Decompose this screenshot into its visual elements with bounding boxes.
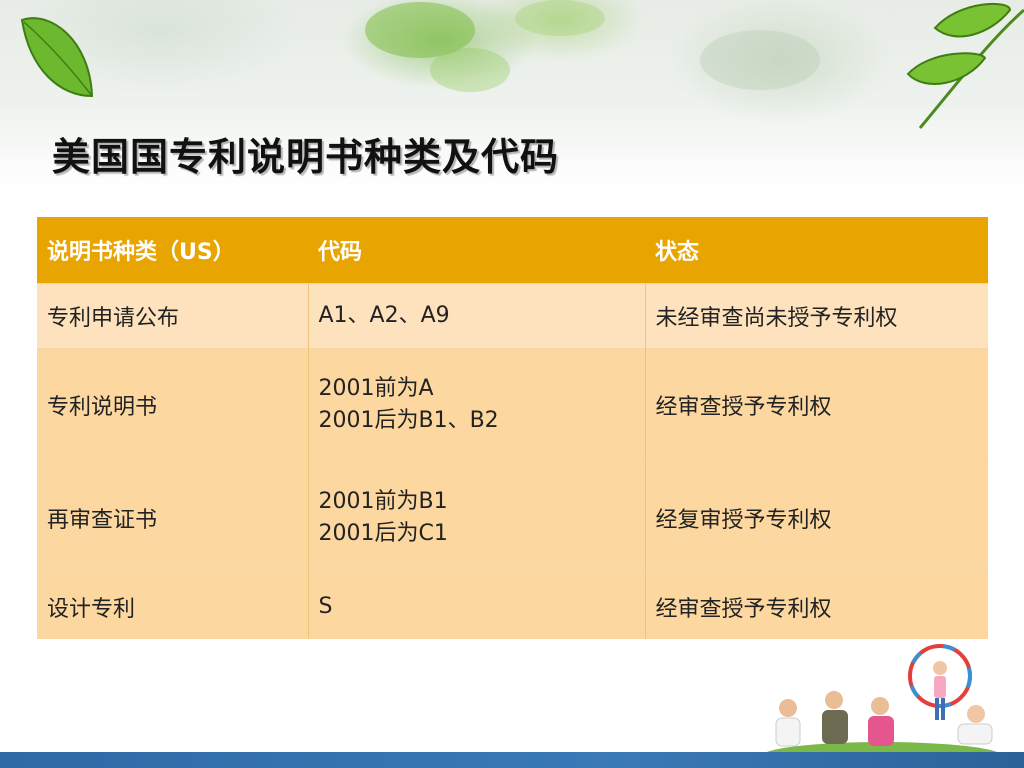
slide-title: 美国国专利说明书种类及代码 (52, 135, 560, 179)
family-illustration (762, 644, 1002, 762)
person-1-icon (775, 699, 801, 747)
cell-type: 专利说明书 (37, 348, 308, 462)
code-line: 2001后为C1 (318, 521, 448, 546)
header-status: 状态 (645, 217, 988, 284)
cell-code: S (307, 574, 645, 639)
cell-status: 未经审查尚未授予专利权 (644, 283, 988, 349)
code-line: S (318, 594, 333, 619)
cell-type: 专利申请公布 (37, 283, 308, 349)
cell-status: 经审查授予专利权 (644, 348, 988, 462)
cell-type: 设计专利 (37, 574, 308, 639)
table-header-row: 说明书种类（US） 代码 状态 (37, 217, 988, 284)
table-row: 再审查证书 2001前为B1 2001后为C1 经复审授予专利权 (37, 461, 988, 575)
code-line: 2001前为B1 (318, 489, 448, 514)
leaf-left-icon (20, 17, 94, 98)
cell-status: 经复审授予专利权 (644, 461, 988, 575)
child-icon (933, 661, 947, 675)
code-line: 2001前为A (318, 376, 434, 401)
code-line: 2001后为B1、B2 (318, 408, 499, 433)
cell-code: 2001前为B1 2001后为C1 (307, 461, 645, 575)
patent-types-table: 说明书种类（US） 代码 状态 专利申请公布 A1、A2、A9 未经审查尚未授予… (37, 217, 988, 639)
blur-leaf-2 (430, 48, 510, 92)
person-3-icon (868, 697, 894, 746)
person-4-icon (957, 705, 993, 745)
branch-right-icon (906, 2, 1024, 129)
footer-band (0, 752, 1024, 768)
cell-code: 2001前为A 2001后为B1、B2 (307, 348, 645, 462)
slide: 美国国专利说明书种类及代码 说明书种类（US） 代码 状态 专利申请公布 A1、… (0, 0, 1024, 768)
blur-leaf-3 (515, 0, 605, 36)
table-row: 设计专利 S 经审查授予专利权 (37, 574, 988, 639)
table-row: 专利说明书 2001前为A 2001后为B1、B2 经审查授予专利权 (37, 348, 988, 462)
header-code: 代码 (308, 217, 645, 284)
cell-status: 经审查授予专利权 (644, 574, 988, 639)
table-row: 专利申请公布 A1、A2、A9 未经审查尚未授予专利权 (37, 283, 988, 349)
person-2-icon (822, 691, 848, 744)
header-type: 说明书种类（US） (37, 217, 308, 284)
cell-type: 再审查证书 (37, 461, 308, 575)
cell-code: A1、A2、A9 (307, 283, 645, 349)
blur-leaf-4 (700, 30, 820, 90)
code-line: A1、A2、A9 (318, 303, 450, 328)
